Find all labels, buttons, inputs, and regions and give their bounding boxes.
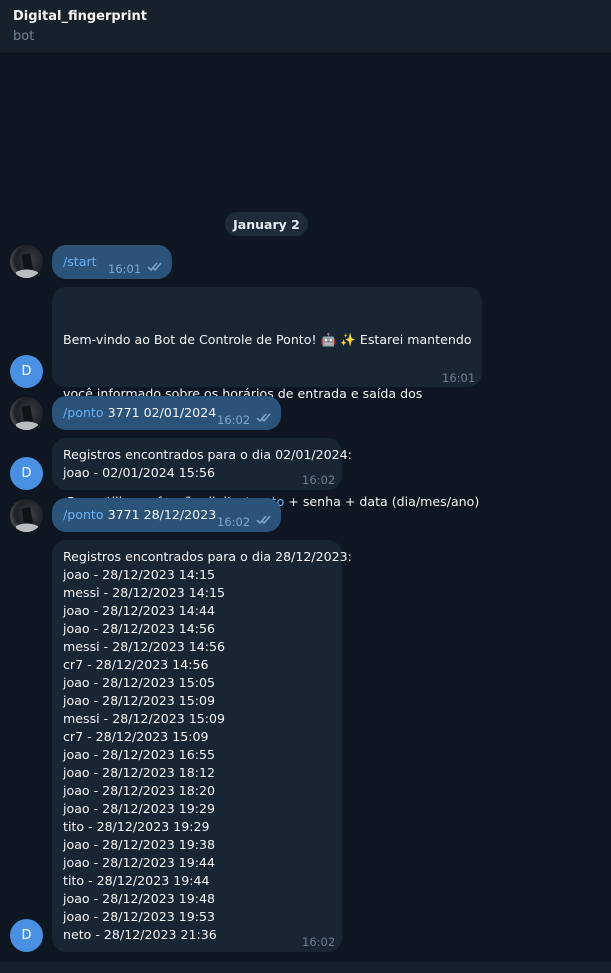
date-separator: January 2: [225, 212, 308, 236]
message-bubble-outgoing[interactable]: /ponto 3771 02/01/2024 16:02: [52, 396, 281, 430]
double-check-icon: [256, 515, 271, 525]
message-time: 16:02: [302, 935, 336, 949]
message-time: 16:01: [108, 262, 142, 276]
command-link[interactable]: /ponto: [63, 507, 104, 522]
chat-header[interactable]: Digital_fingerprint bot: [0, 0, 611, 54]
message-time: 16:02: [217, 515, 251, 529]
user-avatar[interactable]: [10, 499, 43, 532]
bot-avatar[interactable]: D: [10, 355, 43, 388]
message-text: /ponto 3771 02/01/2024: [63, 405, 217, 420]
message-bubble-outgoing[interactable]: /ponto 3771 28/12/2023 16:02: [52, 498, 281, 532]
message-text: /start: [63, 253, 97, 271]
message-bubble-incoming[interactable]: Registros encontrados para o dia 28/12/2…: [52, 540, 352, 952]
double-check-icon: [147, 262, 162, 272]
message-bubble-outgoing[interactable]: /start 16:01: [52, 245, 172, 279]
chat-subtitle: bot: [13, 29, 35, 44]
user-avatar[interactable]: [10, 245, 43, 278]
user-photo-icon: [16, 507, 38, 532]
user-photo-icon: [16, 405, 38, 430]
message-time: 16:01: [442, 371, 476, 385]
message-text: /ponto 3771 28/12/2023: [63, 507, 217, 522]
command-link[interactable]: /start: [63, 254, 97, 269]
user-photo-icon: [16, 253, 38, 278]
user-avatar[interactable]: [10, 397, 43, 430]
command-link[interactable]: /ponto: [63, 405, 104, 420]
message-time: 16:02: [302, 473, 336, 487]
bot-avatar[interactable]: D: [10, 919, 43, 952]
message-text: Registros encontrados para o dia 28/12/2…: [63, 549, 352, 942]
message-time: 16:02: [217, 413, 251, 427]
chat-title: Digital_fingerprint: [13, 9, 148, 24]
message-bubble-incoming[interactable]: Bem-vindo ao Bot de Controle de Ponto! 🤖…: [52, 287, 482, 509]
message-composer[interactable]: [0, 962, 611, 973]
bot-avatar[interactable]: D: [10, 457, 43, 490]
message-bubble-incoming[interactable]: Registros encontrados para o dia 02/01/2…: [52, 438, 352, 490]
double-check-icon: [256, 413, 271, 423]
